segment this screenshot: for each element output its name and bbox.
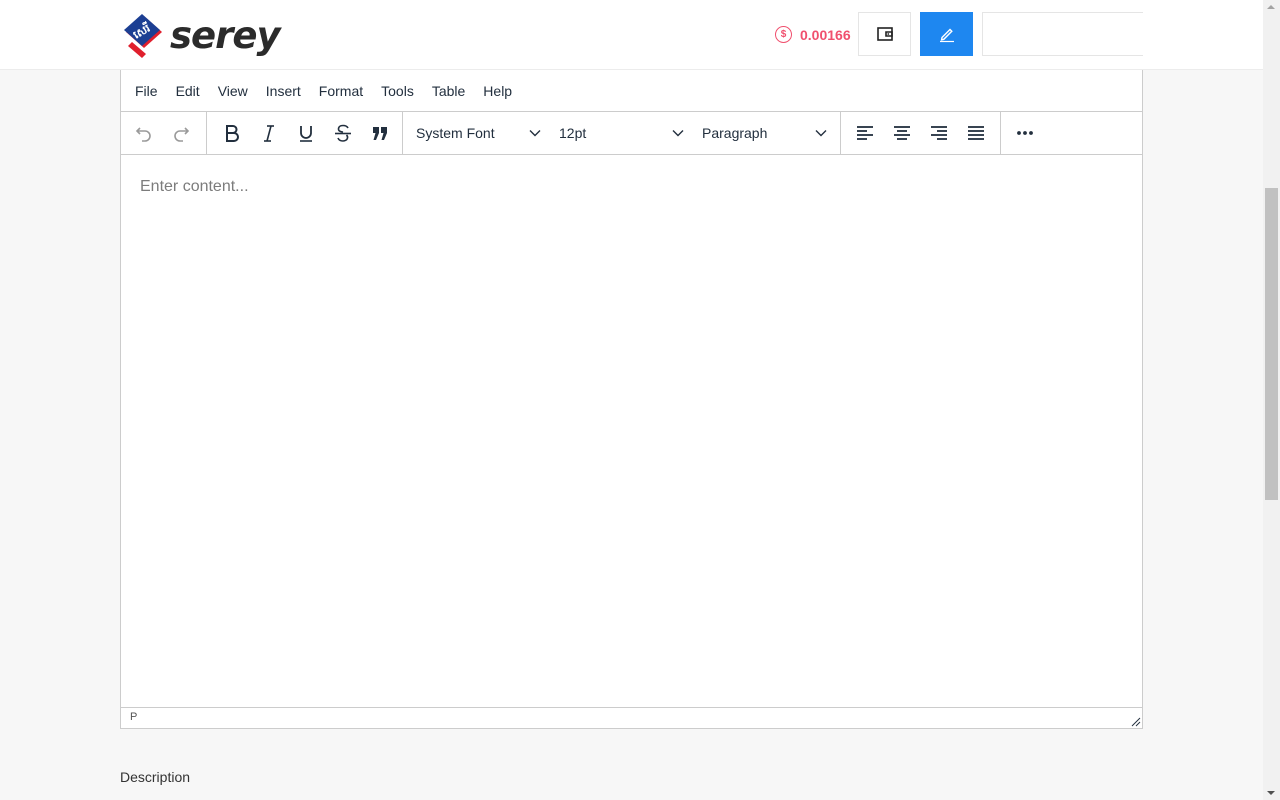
align-right-icon	[930, 126, 947, 140]
align-left-button[interactable]	[848, 116, 882, 150]
editor-content-area[interactable]: Enter content...	[121, 156, 1142, 708]
description-label: Description	[120, 769, 191, 785]
redo-button[interactable]	[164, 116, 198, 150]
balance-display[interactable]: $ 0.00166	[775, 26, 851, 43]
chevron-down-icon	[672, 130, 684, 137]
scroll-thumb[interactable]	[1265, 188, 1278, 500]
menu-insert[interactable]: Insert	[257, 70, 310, 112]
more-horizontal-icon	[1016, 131, 1033, 135]
italic-button[interactable]	[252, 116, 286, 150]
user-menu[interactable]	[982, 12, 1143, 56]
serey-logo[interactable]: សេរី serey	[122, 12, 281, 60]
menu-tools[interactable]: Tools	[372, 70, 423, 112]
menu-view[interactable]: View	[209, 70, 257, 112]
align-center-icon	[893, 126, 910, 140]
strikethrough-icon	[334, 124, 351, 142]
page-scrollbar[interactable]	[1263, 0, 1280, 800]
undo-icon	[135, 127, 151, 142]
strikethrough-button[interactable]	[326, 116, 360, 150]
menu-table[interactable]: Table	[423, 70, 474, 112]
bold-button[interactable]	[215, 116, 249, 150]
align-justify-button[interactable]	[959, 116, 993, 150]
font-size-value: 12pt	[559, 125, 587, 141]
element-path[interactable]: P	[130, 711, 137, 723]
history-group	[121, 111, 207, 155]
font-family-value: System Font	[416, 125, 495, 141]
blockquote-button[interactable]	[363, 116, 397, 150]
align-justify-icon	[967, 126, 984, 140]
wallet-button[interactable]	[858, 12, 911, 56]
undo-button[interactable]	[127, 116, 161, 150]
editor-placeholder: Enter content...	[140, 178, 249, 195]
alignment-group	[841, 111, 1001, 155]
logo-mark-icon: សេរី	[122, 12, 164, 60]
menu-file[interactable]: File	[126, 70, 167, 112]
align-right-button[interactable]	[922, 116, 956, 150]
chevron-down-icon	[529, 130, 541, 137]
menu-format[interactable]: Format	[310, 70, 372, 112]
block-format-select[interactable]: Paragraph	[693, 116, 836, 150]
font-select-group: System Font 12pt Paragraph	[403, 111, 841, 155]
rich-text-editor: File Edit View Insert Format Tools Table…	[120, 70, 1143, 729]
underline-icon	[299, 126, 312, 142]
redo-icon	[173, 127, 189, 142]
underline-button[interactable]	[289, 116, 323, 150]
dollar-coin-icon: $	[775, 26, 792, 43]
italic-icon	[263, 125, 274, 142]
chevron-down-icon	[815, 130, 827, 137]
write-post-button[interactable]	[920, 12, 973, 56]
scroll-up-arrow-icon[interactable]	[1267, 5, 1275, 9]
editor-menubar: File Edit View Insert Format Tools Table…	[121, 70, 1142, 112]
balance-value: 0.00166	[800, 26, 851, 43]
more-options-button[interactable]	[1008, 116, 1042, 150]
pencil-icon	[939, 28, 954, 43]
resize-handle-icon[interactable]	[1131, 717, 1141, 727]
font-family-select[interactable]: System Font	[407, 116, 550, 150]
wallet-icon	[876, 27, 893, 41]
align-left-icon	[856, 126, 873, 140]
formatting-group	[207, 111, 403, 155]
align-center-button[interactable]	[885, 116, 919, 150]
top-header: សេរី serey $ 0.00166	[0, 0, 1263, 70]
logo-text: serey	[170, 14, 281, 57]
font-size-select[interactable]: 12pt	[550, 116, 693, 150]
scroll-down-arrow-icon[interactable]	[1267, 791, 1275, 795]
menu-help[interactable]: Help	[474, 70, 521, 112]
editor-statusbar: P	[121, 707, 1142, 728]
more-group	[1001, 112, 1047, 155]
menu-edit[interactable]: Edit	[167, 70, 209, 112]
editor-toolbar: System Font 12pt Paragraph	[121, 111, 1142, 155]
block-format-value: Paragraph	[702, 125, 768, 141]
quote-icon	[372, 127, 387, 140]
bold-icon	[225, 125, 239, 142]
